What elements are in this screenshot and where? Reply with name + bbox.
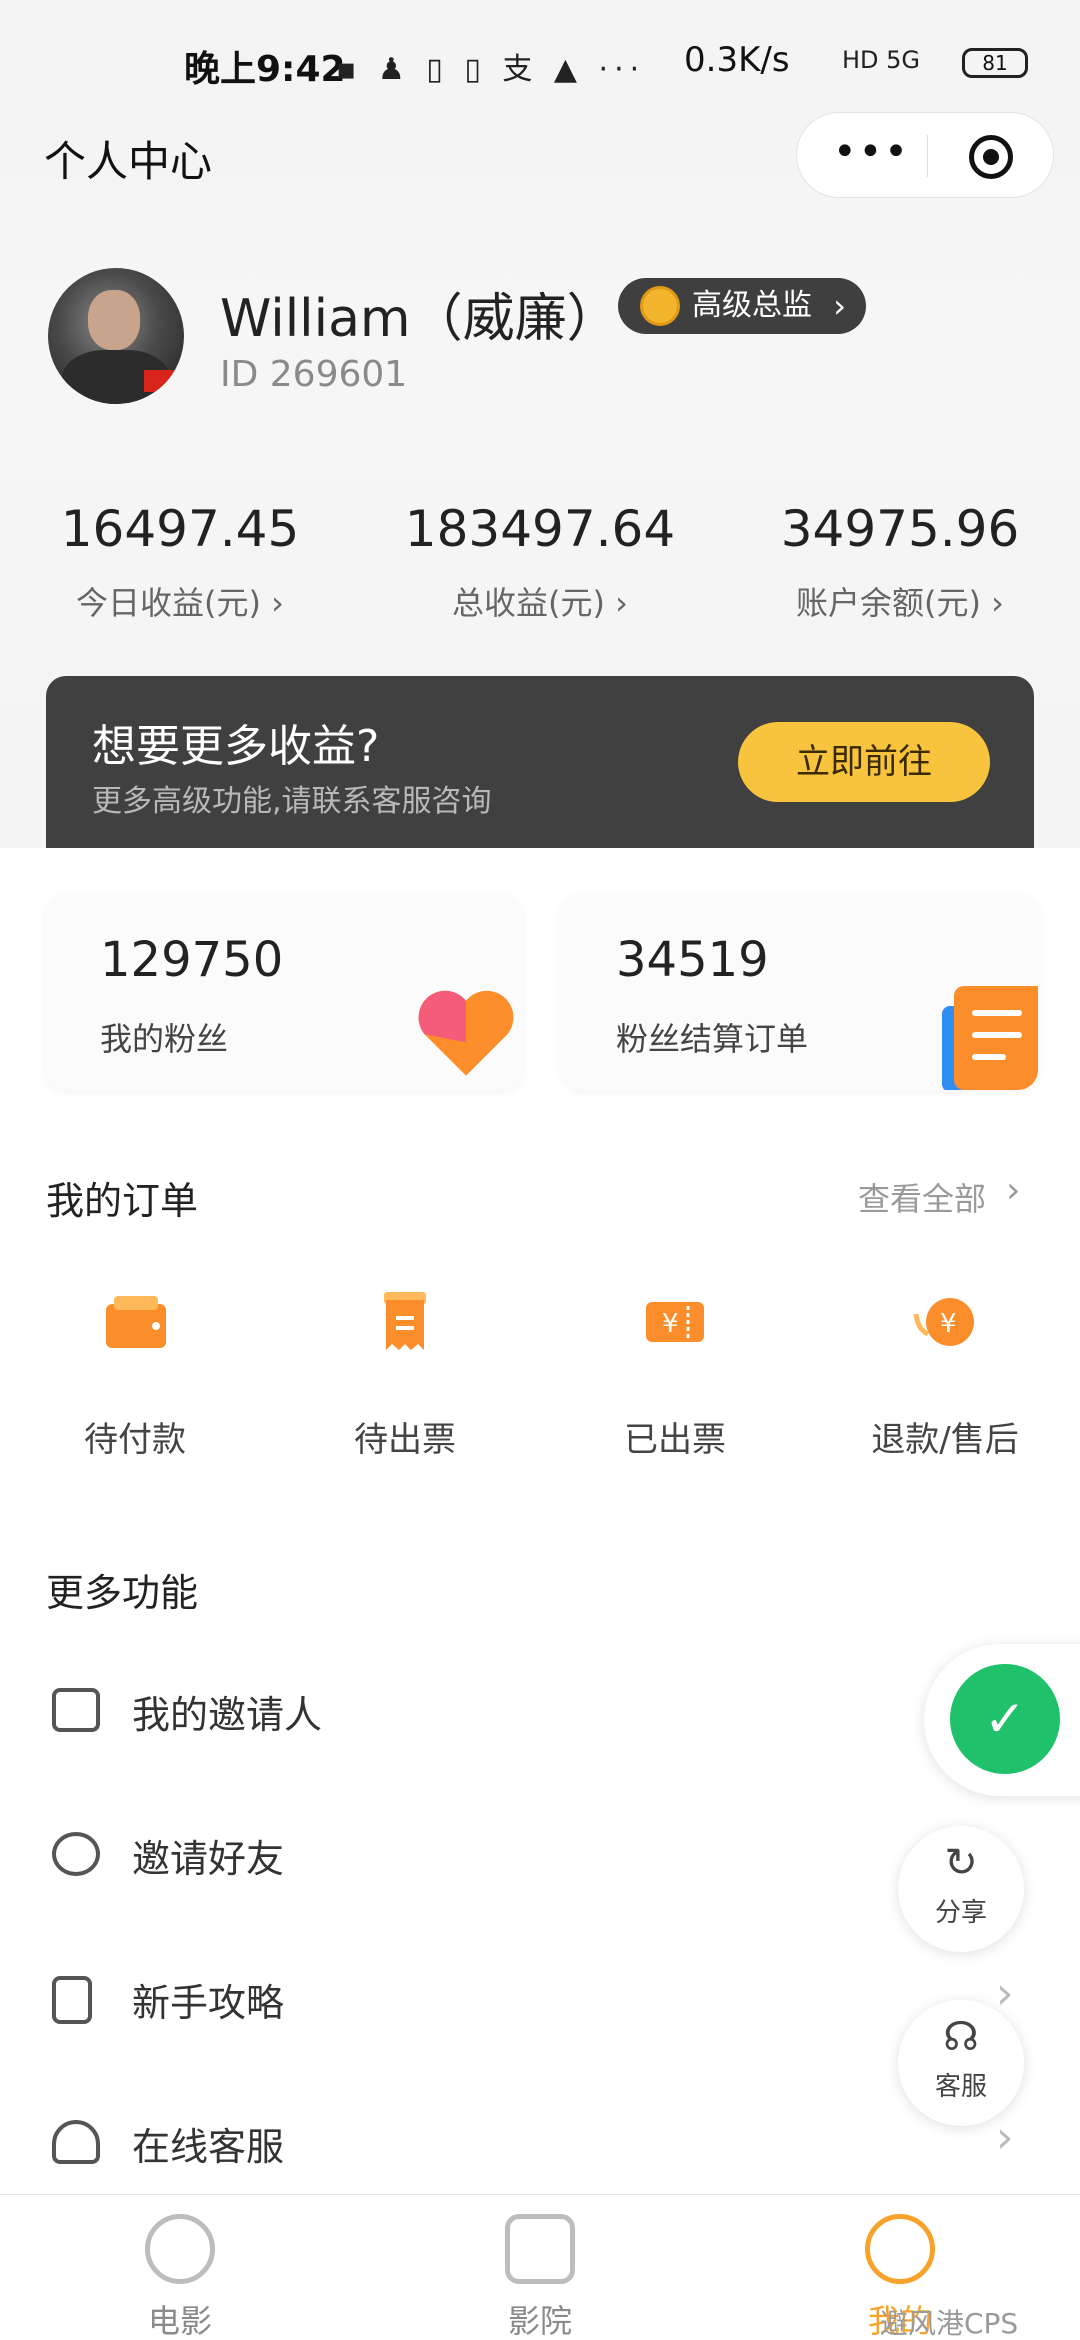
more-dots-icon[interactable]: ••• xyxy=(833,129,910,175)
order-label: 退款/售后 xyxy=(871,1420,1019,1460)
mini-program-capsule: ••• xyxy=(796,112,1054,198)
order-label: 待出票 xyxy=(354,1420,456,1460)
order-ticketed[interactable]: ¥ 已出票 xyxy=(540,1290,810,1461)
floating-check-tab: ✓ xyxy=(924,1644,1080,1796)
go-now-button[interactable]: 立即前往 xyxy=(738,722,990,802)
battery-icon: 81 xyxy=(962,48,1028,78)
status-icons: ▪ ♟ ▯ ▯ 支 ▲ ··· xyxy=(336,52,646,87)
check-icon[interactable]: ✓ xyxy=(950,1664,1060,1774)
list-item-my-inviter[interactable]: 我的邀请人 xyxy=(0,1640,1080,1780)
tab-label: 影院 xyxy=(507,2302,572,2340)
chevron-right-icon: › xyxy=(1006,1170,1021,1211)
fan-orders-card[interactable]: 34519 粉丝结算订单 xyxy=(562,894,1038,1090)
stat-label: 总收益(元) › xyxy=(452,584,628,622)
list-item-label: 邀请好友 xyxy=(132,1837,285,1881)
fan-orders-label: 粉丝结算订单 xyxy=(616,1020,809,1058)
fans-label: 我的粉丝 xyxy=(100,1020,229,1058)
stat-value: 16497.45 xyxy=(60,500,300,558)
level-label: 高级总监 xyxy=(692,288,812,323)
watermark: 避风港CPS xyxy=(880,2307,1019,2340)
list-item-label: 我的邀请人 xyxy=(132,1693,323,1737)
more-functions-title: 更多功能 xyxy=(46,1571,199,1615)
list-item-label: 在线客服 xyxy=(132,2125,285,2169)
order-pending-ticket[interactable]: 待出票 xyxy=(270,1290,540,1461)
share-label: 分享 xyxy=(934,1898,987,1928)
tab-cinemas[interactable]: 影院 xyxy=(410,2214,670,2340)
headset-icon xyxy=(52,2120,100,2164)
signal-icon: HD 5G xyxy=(842,46,921,74)
service-label: 客服 xyxy=(934,2072,987,2102)
tab-label: 电影 xyxy=(147,2302,212,2340)
page-title: 个人中心 xyxy=(44,137,213,186)
inbox-icon xyxy=(52,1688,100,1732)
svg-text:¥: ¥ xyxy=(940,1309,957,1339)
wallet-icon xyxy=(100,1290,170,1354)
view-all-link[interactable]: 查看全部 xyxy=(858,1174,986,1220)
order-refund[interactable]: ¥ 退款/售后 xyxy=(810,1290,1080,1461)
chevron-right-icon: › xyxy=(833,287,846,325)
refund-icon: ¥ xyxy=(910,1290,980,1354)
cinema-seat-icon xyxy=(505,2214,575,2284)
avatar-face xyxy=(88,290,140,350)
promo-subtitle: 更多高级功能,请联系客服咨询 xyxy=(92,784,492,819)
promo-title: 想要更多收益? xyxy=(92,721,380,772)
flag-icon xyxy=(144,370,176,392)
order-label: 待付款 xyxy=(84,1420,186,1460)
status-time: 晚上9:42 xyxy=(184,49,346,90)
tab-movies[interactable]: 电影 xyxy=(50,2214,310,2340)
target-icon[interactable] xyxy=(969,135,1013,179)
avatar[interactable] xyxy=(48,268,184,404)
capsule-divider xyxy=(927,135,928,177)
chevron-right-icon: › xyxy=(996,2112,1014,2163)
user-name: William（威廉） xyxy=(220,289,619,349)
stat-today-earnings[interactable]: 16497.45 今日收益(元) › xyxy=(0,500,360,624)
headset-icon: ☊ xyxy=(943,2014,979,2060)
orders-title: 我的订单 xyxy=(46,1179,199,1223)
chevron-right-icon: › xyxy=(996,1968,1014,2019)
smile-icon xyxy=(865,2214,935,2284)
fans-count: 129750 xyxy=(100,932,284,988)
receipt-icon xyxy=(370,1290,440,1354)
share-button[interactable]: ↻ 分享 xyxy=(898,1826,1024,1952)
film-reel-icon xyxy=(145,2214,215,2284)
stat-value: 183497.64 xyxy=(404,500,676,558)
svg-text:¥: ¥ xyxy=(662,1309,679,1339)
fan-orders-count: 34519 xyxy=(616,932,769,988)
users-icon xyxy=(52,1832,100,1876)
order-pending-payment[interactable]: 待付款 xyxy=(0,1290,270,1461)
order-label: 已出票 xyxy=(624,1420,726,1460)
ticket-icon: ¥ xyxy=(640,1290,710,1354)
share-icon: ↻ xyxy=(944,1840,978,1886)
heart-icon xyxy=(418,990,514,1076)
stat-value: 34975.96 xyxy=(780,500,1020,558)
fans-card[interactable]: 129750 我的粉丝 xyxy=(46,894,522,1090)
level-badge[interactable]: 高级总监 › xyxy=(618,278,866,334)
stat-account-balance[interactable]: 34975.96 账户余额(元) › xyxy=(720,500,1080,624)
bookmark-icon xyxy=(52,1976,92,2024)
net-speed: 0.3K/s xyxy=(684,40,790,80)
stat-total-earnings[interactable]: 183497.64 总收益(元) › xyxy=(360,500,720,624)
list-item-label: 新手攻略 xyxy=(132,1981,285,2025)
user-id: ID 269601 xyxy=(220,354,408,395)
document-icon xyxy=(954,986,1038,1090)
stat-label: 今日收益(元) › xyxy=(76,584,284,622)
medal-icon xyxy=(640,286,680,326)
stat-label: 账户余额(元) › xyxy=(796,584,1004,622)
service-button[interactable]: ☊ 客服 xyxy=(898,2000,1024,2126)
